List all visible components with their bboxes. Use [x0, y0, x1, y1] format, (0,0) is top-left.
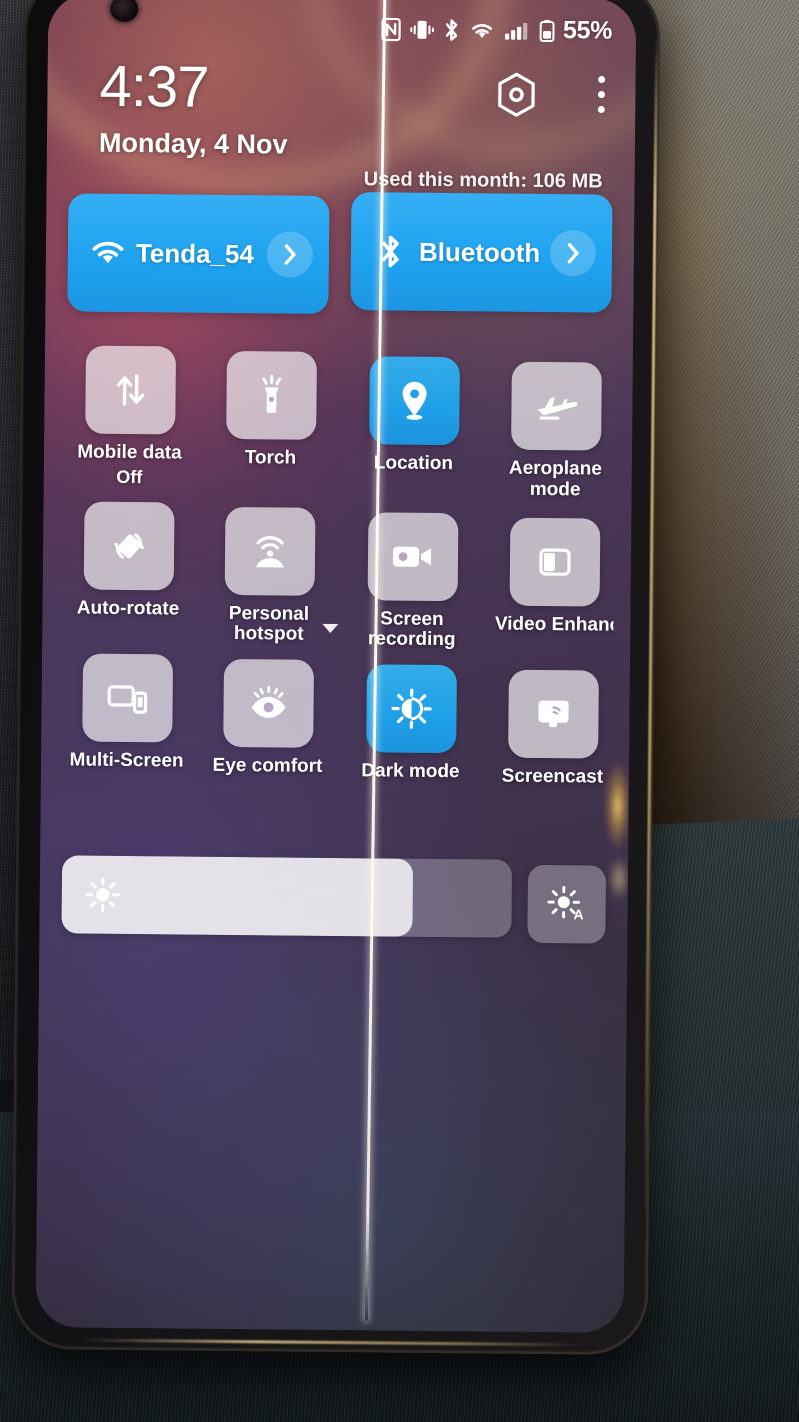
- quick-tile-label: Location: [373, 452, 454, 475]
- wifi-icon: [84, 238, 132, 268]
- quick-tile-button[interactable]: [368, 356, 460, 446]
- shade-header: 4:37 Monday, 4 Nov Used this month: 106 …: [47, 45, 636, 193]
- location-pin-icon: [397, 379, 431, 423]
- battery-icon: [539, 18, 555, 42]
- chevron-down-icon[interactable]: [322, 623, 339, 633]
- bluetooth-tile[interactable]: Bluetooth: [350, 192, 613, 313]
- hotspot-icon: [248, 531, 290, 571]
- quick-tile-button[interactable]: [509, 517, 600, 607]
- lens-flare-spot-second: [605, 848, 633, 909]
- more-vertical-icon[interactable]: [595, 72, 607, 118]
- mobile-data-icon: [111, 370, 149, 410]
- quick-tile-label: Mobile data: [77, 441, 182, 464]
- data-usage-label: Used this month: 106 MB: [363, 168, 603, 193]
- quick-tile-label: Eye comfort: [212, 754, 323, 777]
- quick-tile-torch[interactable]: Torch: [207, 350, 335, 494]
- video-camera-icon: [390, 541, 434, 571]
- quick-tile-label: Multi-Screen: [69, 749, 184, 772]
- quick-tile-label: Aeroplane mode: [508, 457, 602, 500]
- quick-tile-button[interactable]: [507, 669, 599, 759]
- quick-tile-label: Video Enhancer: [494, 614, 613, 636]
- svg-text:A: A: [574, 906, 584, 922]
- quick-tile-label: Screen recording: [367, 607, 456, 651]
- quick-tile-video-enhancer[interactable]: Video Enhancer: [490, 517, 618, 656]
- multi-screen-icon: [106, 680, 148, 714]
- photo-scene: 55% 4:37 Monday, 4 Nov Used this month: …: [0, 0, 799, 1422]
- quick-tile-button[interactable]: [365, 663, 457, 753]
- connectivity-tiles-row: Tenda_54 Bluetooth: [45, 192, 634, 317]
- header-actions: [495, 72, 607, 119]
- quick-tile-dark-mode[interactable]: Dark mode: [347, 663, 475, 783]
- notification-shade: 55% 4:37 Monday, 4 Nov Used this month: …: [36, 0, 637, 1333]
- quick-tile-button[interactable]: [510, 361, 602, 451]
- lens-flare-spot: [600, 746, 636, 865]
- quick-tile-multi-screen[interactable]: Multi-Screen: [63, 653, 191, 772]
- bluetooth-tile-label: Bluetooth: [418, 236, 541, 268]
- quick-tile-button[interactable]: [222, 658, 314, 748]
- eye-icon: [247, 685, 289, 721]
- quick-settings-grid: Mobile data Off Torch Location Aeroplane…: [41, 345, 633, 787]
- quick-tile-eye-comfort[interactable]: Eye comfort: [204, 658, 332, 777]
- quick-tile-auto-rotate[interactable]: Auto-rotate: [64, 501, 192, 640]
- brightness-sun-icon: [85, 877, 120, 912]
- quick-tile-button[interactable]: [224, 506, 315, 596]
- quick-tile-button[interactable]: [81, 653, 173, 742]
- quick-tile-button[interactable]: [83, 501, 175, 590]
- wifi-tile[interactable]: Tenda_54: [67, 193, 330, 314]
- status-bar: 55%: [48, 11, 636, 46]
- wifi-icon: [468, 18, 496, 42]
- quick-tile-label: Torch: [244, 447, 297, 469]
- settings-gear-icon[interactable]: [495, 72, 537, 118]
- quick-tile-button[interactable]: [225, 350, 317, 440]
- quick-tile-screen-recording[interactable]: Screen recording: [348, 511, 476, 651]
- cellular-signal-icon: [504, 18, 531, 42]
- clock-label: 4:37: [99, 53, 209, 120]
- battery-percent-label: 55%: [562, 16, 613, 45]
- phone-screen: 55% 4:37 Monday, 4 Nov Used this month: …: [35, 0, 637, 1333]
- quick-tile-sublabel: Off: [116, 466, 143, 487]
- quick-tile-aeroplane-mode[interactable]: Aeroplane mode: [492, 361, 620, 504]
- auto-brightness-icon: A: [547, 885, 587, 923]
- phone-body: 55% 4:37 Monday, 4 Nov Used this month: …: [11, 0, 661, 1356]
- wifi-tile-label: Tenda_54: [135, 237, 255, 269]
- vibrate-icon: [409, 17, 435, 41]
- quick-tile-screencast[interactable]: Screencast: [489, 669, 617, 788]
- brightness-slider[interactable]: [61, 855, 513, 938]
- brightness-row: A: [39, 855, 628, 944]
- quick-tile-button[interactable]: [367, 511, 458, 601]
- quick-tile-location[interactable]: Location: [350, 356, 478, 499]
- quick-tile-button[interactable]: [84, 345, 176, 435]
- auto-brightness-button[interactable]: A: [527, 864, 607, 944]
- quick-tile-label: Personal hotspot: [228, 602, 310, 645]
- chevron-right-icon[interactable]: [266, 231, 314, 278]
- video-enhancer-icon: [535, 542, 573, 580]
- quick-tile-mobile-data[interactable]: Mobile data Off: [66, 345, 194, 488]
- chevron-right-icon[interactable]: [549, 230, 597, 277]
- quick-tile-label: Dark mode: [361, 759, 460, 782]
- torch-icon: [255, 374, 287, 416]
- bluetooth-icon: [367, 233, 415, 269]
- dark-mode-icon: [390, 687, 432, 729]
- quick-tile-personal-hotspot[interactable]: Personal hotspot: [205, 506, 339, 645]
- quick-tile-label: Auto-rotate: [76, 597, 180, 620]
- date-label: Monday, 4 Nov: [98, 127, 288, 160]
- phone-rim-highlight-bottom: [81, 1338, 582, 1347]
- auto-rotate-icon: [107, 524, 149, 566]
- bluetooth-icon: [443, 17, 460, 41]
- quick-tile-label: Screencast: [501, 765, 604, 788]
- aeroplane-icon: [534, 389, 578, 423]
- nfc-icon: [381, 17, 401, 41]
- screencast-icon: [534, 696, 572, 730]
